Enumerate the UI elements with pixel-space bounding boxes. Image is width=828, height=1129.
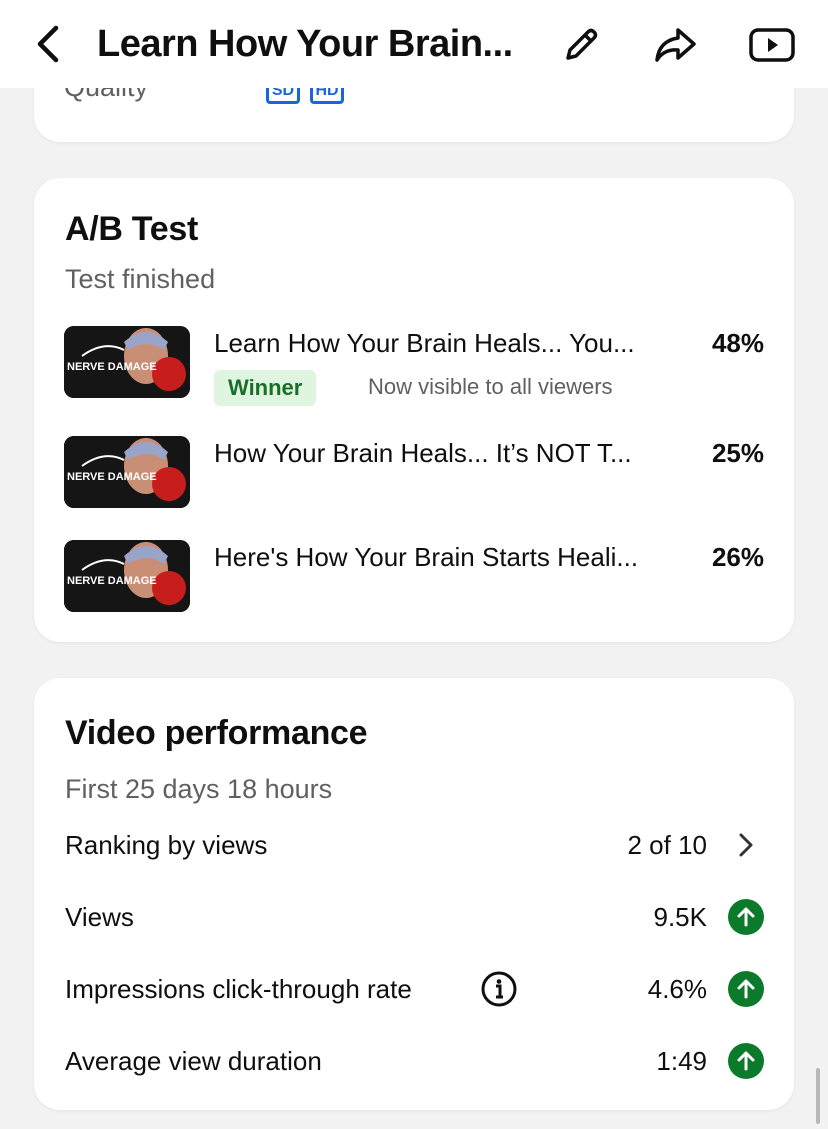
- metric-value: 9.5K: [653, 902, 708, 932]
- variant-percent: 26%: [711, 542, 764, 572]
- variant-percent: 48%: [711, 328, 764, 358]
- edit-button[interactable]: [558, 22, 604, 68]
- chevron-right-icon: [727, 826, 765, 864]
- metric-value: 2 of 10: [627, 830, 707, 860]
- ab-test-title: A/B Test: [65, 210, 198, 248]
- performance-period: First 25 days 18 hours: [65, 774, 333, 804]
- metric-label: Average view duration: [65, 1046, 322, 1076]
- metric-label: Impressions click-through rate: [65, 974, 412, 1004]
- variant-percent: 25%: [711, 438, 764, 468]
- winner-note: Now visible to all viewers: [368, 374, 613, 399]
- variant-title: Here's How Your Brain Starts Heali...: [214, 542, 639, 572]
- page-title: Learn How Your Brain...: [97, 23, 513, 65]
- ab-variant-2[interactable]: NERVE DAMAGE How Your Brain Heals... It’…: [64, 436, 764, 510]
- thumbnail-image: NERVE DAMAGE: [64, 326, 190, 398]
- pencil-icon: [566, 28, 598, 60]
- avg-view-duration-row: Average view duration 1:49: [65, 1042, 765, 1082]
- ab-variant-1[interactable]: NERVE DAMAGE Learn How Your Brain Heals.…: [64, 326, 764, 406]
- watch-on-youtube-button[interactable]: [746, 22, 798, 68]
- top-app-bar: Learn How Your Brain...: [0, 0, 828, 88]
- winner-badge: Winner: [214, 370, 317, 406]
- variant-title: How Your Brain Heals... It’s NOT T...: [214, 438, 632, 468]
- variant-title: Learn How Your Brain Heals... You...: [214, 328, 635, 358]
- views-row: Views 9.5K: [65, 898, 765, 938]
- thumbnail-text: NERVE DAMAGE: [67, 471, 157, 483]
- play-box-icon: [749, 28, 795, 62]
- ctr-row: Impressions click-through rate 4.6%: [65, 970, 765, 1010]
- thumbnail-text: NERVE DAMAGE: [67, 575, 157, 587]
- metric-label: Ranking by views: [65, 830, 268, 860]
- back-button[interactable]: [30, 22, 66, 66]
- arrow-up-circle-icon: [727, 898, 765, 936]
- ranking-by-views-row[interactable]: Ranking by views 2 of 10: [65, 826, 765, 866]
- metric-value: 1:49: [656, 1046, 707, 1076]
- variant-thumbnail: NERVE DAMAGE: [64, 540, 190, 612]
- share-button[interactable]: [650, 22, 700, 68]
- variant-thumbnail: NERVE DAMAGE: [64, 436, 190, 508]
- video-details-page: Quality SD HD Learn How Your Brain...: [0, 0, 828, 1129]
- thumbnail-text: NERVE DAMAGE: [67, 361, 157, 373]
- ab-test-card: A/B Test Test finished NERVE DAMAGE Lear…: [34, 178, 794, 642]
- performance-title: Video performance: [65, 714, 368, 752]
- ab-variant-3[interactable]: NERVE DAMAGE Here's How Your Brain Start…: [64, 540, 764, 614]
- thumbnail-image: NERVE DAMAGE: [64, 540, 190, 612]
- arrow-up-circle-icon: [727, 1042, 765, 1080]
- info-icon[interactable]: [480, 970, 518, 1008]
- share-icon: [655, 28, 696, 62]
- metric-label: Views: [65, 902, 134, 932]
- arrow-up-circle-icon: [727, 970, 765, 1008]
- scrollbar[interactable]: [816, 1068, 820, 1124]
- ab-test-status: Test finished: [65, 264, 216, 294]
- metric-value: 4.6%: [647, 974, 707, 1004]
- chevron-left-icon: [37, 25, 59, 63]
- video-performance-card: Video performance First 25 days 18 hours…: [34, 678, 794, 1110]
- variant-thumbnail: NERVE DAMAGE: [64, 326, 190, 398]
- thumbnail-image: NERVE DAMAGE: [64, 436, 190, 508]
